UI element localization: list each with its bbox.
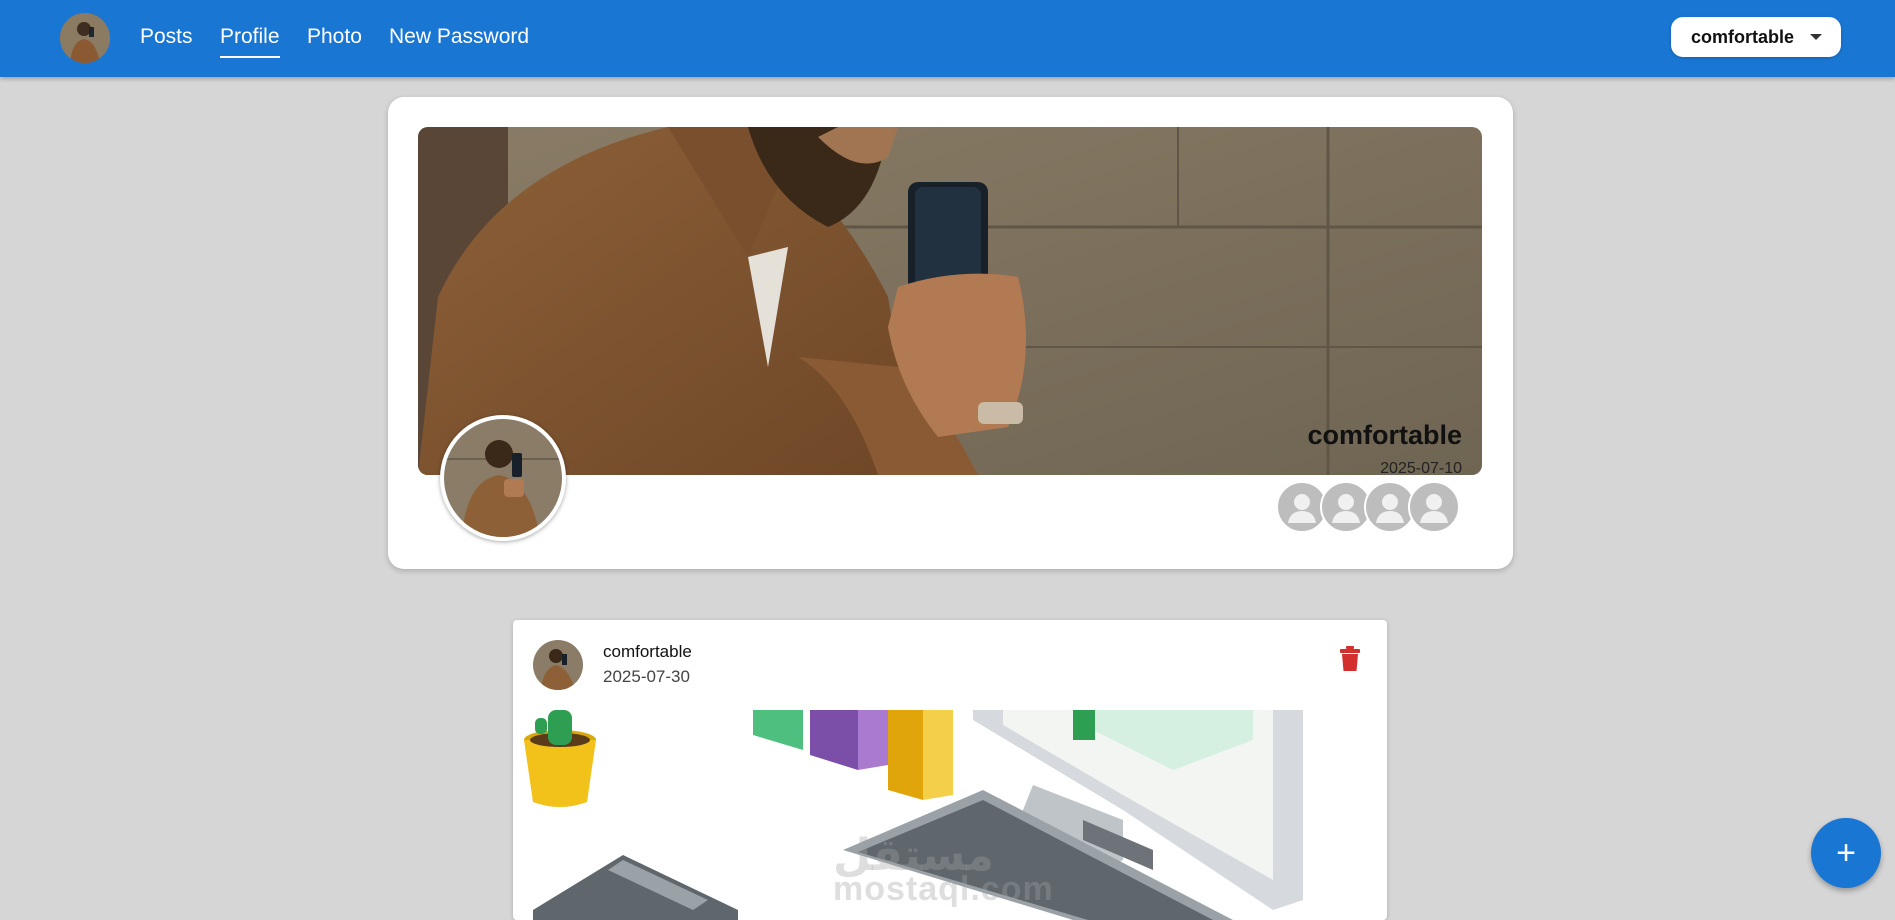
post-author-avatar[interactable] [533,640,583,690]
person-icon [1408,481,1460,533]
friends-avatar-group[interactable] [1276,481,1466,533]
nav-link-photo[interactable]: Photo [307,24,362,50]
top-app-bar: Posts Profile Photo New Password comfort… [0,0,1895,77]
post-image[interactable]: مستقل mostaql.com [513,710,1387,920]
plus-icon: + [1836,834,1856,872]
trash-icon[interactable] [1339,646,1361,672]
profile-join-date: 2025-07-10 [1380,460,1462,475]
profile-card: comfortable 2025-07-10 [388,97,1513,569]
user-menu-button[interactable]: comfortable [1671,17,1841,57]
nav-link-new-password[interactable]: New Password [389,24,529,50]
nav-link-profile[interactable]: Profile [220,24,280,58]
user-menu-label: comfortable [1691,27,1795,47]
cover-photo: comfortable 2025-07-10 [418,127,1482,475]
caret-down-icon [1810,34,1822,40]
post-date: 2025-07-30 [603,667,690,686]
profile-name: comfortable [1307,420,1462,450]
post-author-name[interactable]: comfortable [603,642,692,662]
nav-link-posts[interactable]: Posts [140,24,193,50]
profile-avatar[interactable] [440,415,566,541]
nav-user-avatar[interactable] [60,13,110,63]
post-card: comfortable 2025-07-30 مستقل mostaql.com [513,620,1387,920]
add-post-button[interactable]: + [1811,818,1881,888]
watermark: mostaql.com [833,870,1054,908]
